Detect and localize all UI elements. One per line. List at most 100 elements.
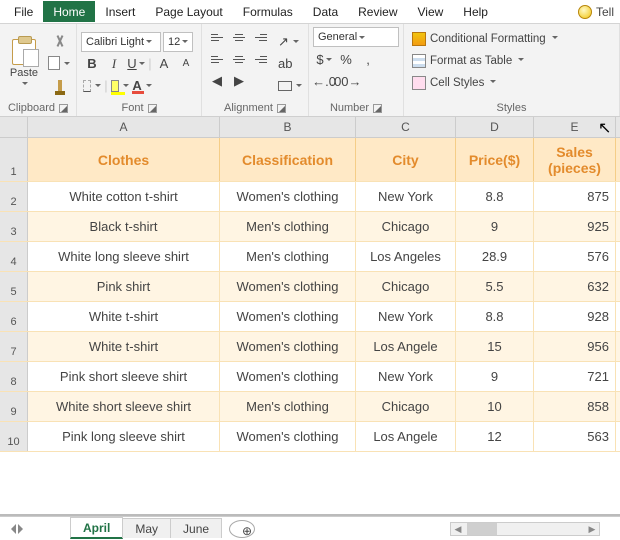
tab-view[interactable]: View <box>408 1 454 22</box>
cell[interactable]: 576 <box>534 242 616 271</box>
cell[interactable]: Chicago <box>356 212 456 241</box>
cell[interactable]: 632 <box>534 272 616 301</box>
paste-button[interactable]: Paste <box>4 27 44 100</box>
row-header[interactable]: 5 <box>0 272 28 301</box>
scroll-left-icon[interactable]: ◀ <box>451 523 465 535</box>
tab-page-layout[interactable]: Page Layout <box>145 1 232 22</box>
clipboard-launcher-icon[interactable] <box>59 104 68 113</box>
cell[interactable]: 8.8 <box>456 302 534 331</box>
copy-button[interactable] <box>48 54 72 74</box>
cell[interactable]: Women's clothing <box>220 422 356 451</box>
add-sheet-button[interactable]: ⊕ <box>229 520 255 538</box>
cell[interactable]: 15 <box>456 332 534 361</box>
cell[interactable]: White cotton t-shirt <box>28 182 220 211</box>
header-cell[interactable]: Price($) <box>456 138 534 181</box>
cell[interactable]: Pink shirt <box>28 272 220 301</box>
align-bottom-button[interactable] <box>250 27 272 47</box>
row-header[interactable]: 9 <box>0 392 28 421</box>
decrease-decimal-button[interactable]: .00→ <box>335 71 357 91</box>
wrap-text-button[interactable]: ab <box>276 54 294 74</box>
currency-button[interactable]: $ <box>313 49 335 69</box>
percent-button[interactable]: % <box>335 49 357 69</box>
sheet-nav-prev-icon[interactable] <box>6 524 16 534</box>
cell[interactable]: Men's clothing <box>220 242 356 271</box>
header-cell[interactable]: Clothes <box>28 138 220 181</box>
cell[interactable]: 8.8 <box>456 182 534 211</box>
cell[interactable]: Men's clothing <box>220 392 356 421</box>
row-header[interactable]: 3 <box>0 212 28 241</box>
sheet-tab-april[interactable]: April <box>70 517 123 539</box>
cell[interactable]: 563 <box>534 422 616 451</box>
row-header-1[interactable]: 1 <box>0 138 28 181</box>
increase-indent-button[interactable]: ▶ <box>228 71 250 91</box>
tab-formulas[interactable]: Formulas <box>233 1 303 22</box>
header-cell[interactable]: Sales (pieces) <box>534 138 616 181</box>
tab-insert[interactable]: Insert <box>95 1 145 22</box>
select-all-corner[interactable] <box>0 117 28 137</box>
cell[interactable]: 12 <box>456 422 534 451</box>
underline-button[interactable]: U <box>125 54 147 74</box>
tab-data[interactable]: Data <box>303 1 348 22</box>
cell[interactable]: Women's clothing <box>220 182 356 211</box>
comma-button[interactable]: , <box>357 49 379 69</box>
cell[interactable]: Pink short sleeve shirt <box>28 362 220 391</box>
fill-color-button[interactable] <box>109 76 131 96</box>
cell[interactable]: 721 <box>534 362 616 391</box>
bold-button[interactable]: B <box>81 54 103 74</box>
cell[interactable]: Los Angele <box>356 422 456 451</box>
col-header-b[interactable]: B <box>220 117 356 137</box>
cell[interactable]: Men's clothing <box>220 212 356 241</box>
italic-button[interactable]: I <box>103 54 125 74</box>
row-header[interactable]: 8 <box>0 362 28 391</box>
col-header-a[interactable]: A <box>28 117 220 137</box>
cell[interactable]: White t-shirt <box>28 332 220 361</box>
row-header[interactable]: 2 <box>0 182 28 211</box>
number-launcher-icon[interactable] <box>373 104 382 113</box>
cell[interactable]: New York <box>356 302 456 331</box>
cell[interactable]: 956 <box>534 332 616 361</box>
cell[interactable]: 5.5 <box>456 272 534 301</box>
cell[interactable]: 858 <box>534 392 616 421</box>
font-launcher-icon[interactable] <box>148 104 157 113</box>
font-size-select[interactable]: 12 <box>163 32 193 52</box>
align-left-button[interactable] <box>206 49 228 69</box>
scroll-thumb[interactable] <box>467 523 497 535</box>
sheet-tab-may[interactable]: May <box>122 518 171 538</box>
align-center-button[interactable] <box>228 49 250 69</box>
font-name-select[interactable]: Calibri Light <box>81 32 161 52</box>
tab-file[interactable]: File <box>4 1 43 22</box>
align-middle-button[interactable] <box>228 27 250 47</box>
cell[interactable]: 925 <box>534 212 616 241</box>
align-top-button[interactable] <box>206 27 228 47</box>
decrease-indent-button[interactable]: ◀ <box>206 71 228 91</box>
font-color-button[interactable]: A <box>131 76 153 96</box>
cell[interactable]: New York <box>356 362 456 391</box>
header-cell[interactable]: City <box>356 138 456 181</box>
grow-font-button[interactable]: A <box>153 54 175 74</box>
col-header-c[interactable]: C <box>356 117 456 137</box>
tell-me[interactable]: Tell <box>572 5 620 19</box>
alignment-launcher-icon[interactable] <box>277 104 286 113</box>
cell[interactable]: Black t-shirt <box>28 212 220 241</box>
cut-button[interactable] <box>50 32 70 52</box>
row-header[interactable]: 10 <box>0 422 28 451</box>
cell[interactable]: Women's clothing <box>220 302 356 331</box>
row-header[interactable]: 6 <box>0 302 28 331</box>
number-format-select[interactable]: General <box>313 27 399 47</box>
cell[interactable]: Pink long sleeve shirt <box>28 422 220 451</box>
col-header-d[interactable]: D <box>456 117 534 137</box>
cell[interactable]: 10 <box>456 392 534 421</box>
cell[interactable]: New York <box>356 182 456 211</box>
tab-review[interactable]: Review <box>348 1 407 22</box>
cell[interactable]: Women's clothing <box>220 362 356 391</box>
cell[interactable]: White long sleeve shirt <box>28 242 220 271</box>
cell[interactable]: Los Angele <box>356 332 456 361</box>
orientation-button[interactable]: ↗ <box>276 32 301 52</box>
row-header[interactable]: 7 <box>0 332 28 361</box>
cell[interactable]: Women's clothing <box>220 332 356 361</box>
border-button[interactable] <box>81 76 103 96</box>
scroll-right-icon[interactable]: ▶ <box>585 523 599 535</box>
cell[interactable]: Chicago <box>356 392 456 421</box>
horizontal-scrollbar[interactable]: ◀ ▶ <box>450 522 600 536</box>
cell[interactable]: White t-shirt <box>28 302 220 331</box>
